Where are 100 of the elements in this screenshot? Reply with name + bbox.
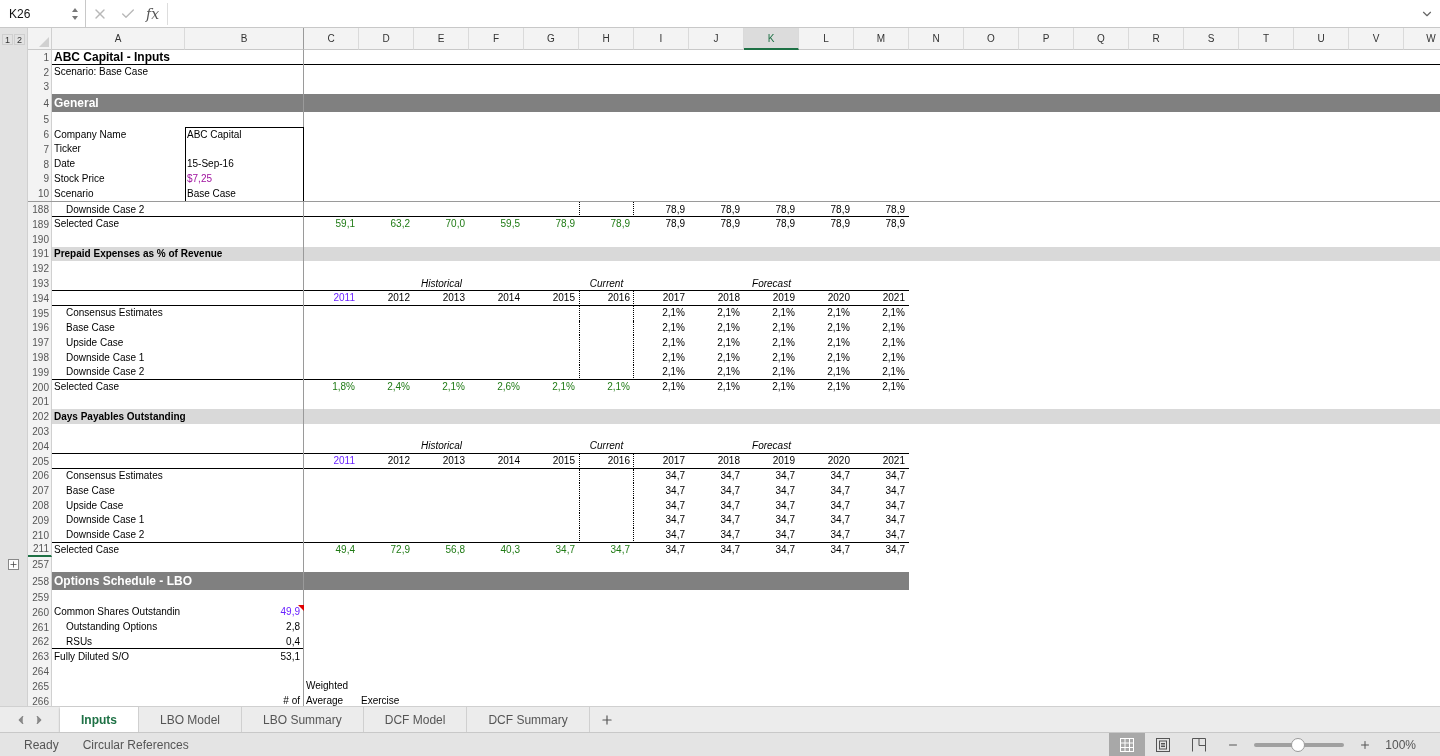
cell-value: 78,9 [664,203,685,216]
cell-value: 34,7 [884,484,905,497]
cell-value: 78,9 [884,203,905,216]
year-label: 2011 [332,455,355,468]
cell-value: 2,1% [826,321,850,334]
row-number[interactable]: 208 [28,498,52,513]
column-header[interactable]: U [1294,28,1349,50]
cell-value: 78,9 [664,218,685,231]
row-number[interactable]: 263 [28,649,52,665]
column-header[interactable]: A [52,28,185,50]
cell-value: 70,0 [444,218,465,231]
select-all-button[interactable] [28,28,52,50]
column-header[interactable]: H [579,28,634,50]
year-label: 2012 [386,292,410,305]
column-header[interactable]: V [1349,28,1404,50]
cell-value: 2,1% [881,366,905,379]
row-number[interactable]: 258 [28,572,52,591]
year-label: 2014 [496,455,520,468]
row-number[interactable]: 4 [28,94,52,113]
column-header[interactable]: T [1239,28,1294,50]
cell-value: 2,1% [716,336,740,349]
year-label: 2011 [332,292,355,305]
column-header[interactable]: E [414,28,469,50]
row-number[interactable]: 257 [28,557,52,573]
cell-value: 34,7 [774,499,795,512]
row-number[interactable]: 259 [28,590,52,605]
name-box[interactable]: K26 [0,0,86,27]
column-header[interactable]: B [185,28,304,50]
outline-level-button[interactable]: 1 [2,33,13,45]
row-number[interactable]: 5 [28,112,52,128]
column-header[interactable]: C [304,28,359,50]
column-header[interactable]: R [1129,28,1184,50]
cell-value: 2,1% [826,366,850,379]
column-header[interactable]: I [634,28,689,50]
insert-function-button[interactable]: fx [146,5,160,22]
cell-value: Base Case [186,187,236,200]
row-number[interactable]: 264 [28,664,52,679]
row-number[interactable]: 207 [28,483,52,499]
row-number[interactable]: 6 [28,127,52,142]
dotted-border [579,453,634,469]
year-label: 2015 [551,455,575,468]
cell-value: 78,9 [719,203,740,216]
column-header[interactable]: N [909,28,964,50]
row-number[interactable]: 1 [28,50,52,65]
year-label: 2020 [826,455,850,468]
cell-value: 34,7 [719,543,740,556]
column-header[interactable]: W [1404,28,1440,50]
column-header[interactable]: K [744,28,799,50]
period-label: Current [588,277,624,290]
row-label: Scenario [53,187,94,200]
row-label: Downside Case 1 [65,351,145,364]
cell-value: 2,1% [716,351,740,364]
row-number[interactable]: 198 [28,350,52,365]
row-label: Upside Case [65,336,124,349]
column-header[interactable]: D [359,28,414,50]
row-number[interactable]: 192 [28,261,52,277]
row-number[interactable]: 203 [28,424,52,439]
row-label: Selected Case [53,543,120,556]
cell-value: 2,1% [606,381,630,394]
plus-icon [599,712,614,727]
sheet-tab[interactable]: Inputs [60,707,139,732]
year-label: 2018 [716,292,740,305]
column-header[interactable]: J [689,28,744,50]
column-header[interactable]: L [799,28,854,50]
cell-value: 34,7 [884,514,905,527]
row-number[interactable]: 262 [28,634,52,650]
row-label: Base Case [65,321,115,334]
cell-value: 78,9 [774,203,795,216]
row-number[interactable]: 10 [28,186,52,202]
cell-value: 34,7 [719,469,740,482]
column-header[interactable]: Q [1074,28,1129,50]
zoom-in-icon[interactable] [1359,738,1372,751]
column-header[interactable]: P [1019,28,1074,50]
cell-value: 34,7 [554,543,575,556]
cell-value: 2,6% [496,381,520,394]
cell-value: 34,7 [774,543,795,556]
row-number[interactable]: 188 [28,202,52,217]
cell-value: 2,1% [661,336,685,349]
expand-button[interactable] [8,559,19,571]
cell-value: 63,2 [389,218,410,231]
outline-level-button[interactable]: 2 [14,33,25,45]
cell-value: 34,7 [829,543,850,556]
column-header[interactable]: F [469,28,524,50]
year-label: 2021 [881,455,905,468]
column-header[interactable]: S [1184,28,1239,50]
column-header[interactable]: O [964,28,1019,50]
cell-value: 78,9 [884,218,905,231]
row-number[interactable]: 197 [28,335,52,351]
row-number[interactable]: 193 [28,276,52,291]
row-number[interactable]: 202 [28,409,52,425]
row-label: Upside Case [65,499,124,512]
column-header[interactable]: M [854,28,909,50]
column-header[interactable]: G [524,28,579,50]
page-break-icon [1191,736,1208,753]
year-label: 2015 [551,292,575,305]
cell-value: 59,1 [334,218,355,231]
cell-value: 15-Sep-16 [186,158,234,171]
cell-value: 59,5 [499,218,520,231]
slider-thumb[interactable] [1291,737,1306,752]
cell-value: 78,9 [774,218,795,231]
